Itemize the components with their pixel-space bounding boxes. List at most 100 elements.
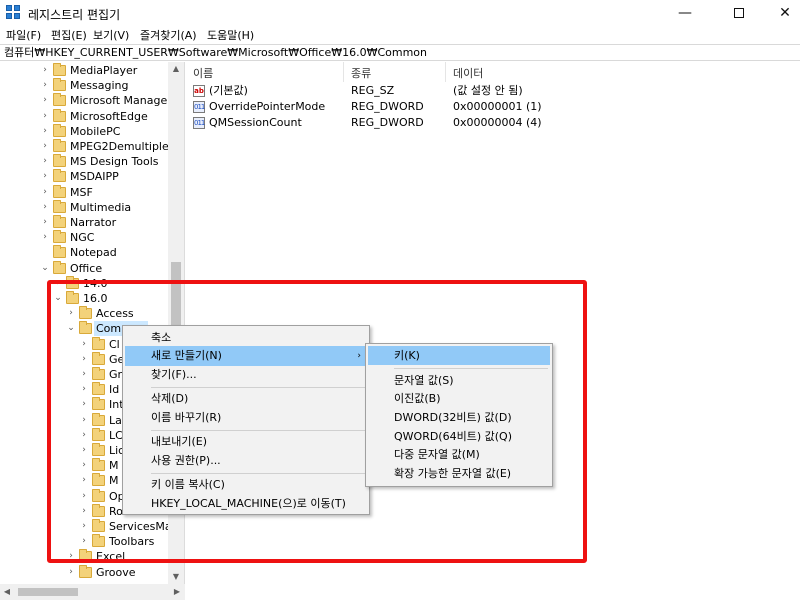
binary-value-icon: 011 bbox=[193, 101, 205, 113]
tree-horizontal-scrollbar[interactable]: ◀ ▶ bbox=[0, 584, 185, 600]
address-bar[interactable]: 컴퓨터₩HKEY_CURRENT_USER₩Software₩Microsoft… bbox=[0, 44, 800, 61]
column-divider[interactable] bbox=[445, 62, 446, 82]
column-header-type[interactable]: 종류 bbox=[351, 65, 371, 81]
chevron-right-icon[interactable]: › bbox=[79, 443, 89, 458]
chevron-right-icon[interactable]: › bbox=[40, 93, 50, 108]
menu-item-label: 내보내기(E) bbox=[151, 435, 208, 448]
chevron-right-icon[interactable]: › bbox=[40, 185, 50, 200]
folder-icon bbox=[53, 78, 66, 92]
tree-item[interactable]: Notepad bbox=[40, 245, 184, 260]
chevron-right-icon[interactable]: › bbox=[40, 139, 50, 154]
tree-item[interactable]: › MobilePC bbox=[40, 123, 184, 139]
chevron-right-icon[interactable]: › bbox=[79, 367, 89, 382]
column-divider[interactable] bbox=[343, 62, 344, 82]
tree-item[interactable]: › MediaPlayer bbox=[40, 63, 184, 78]
chevron-right-icon[interactable]: › bbox=[40, 124, 50, 139]
folder-icon bbox=[92, 458, 105, 472]
tree-item[interactable]: › MicrosoftEdge bbox=[40, 108, 184, 124]
menu-separator bbox=[151, 387, 365, 388]
submenu-item-qword-value[interactable]: QWORD(64비트) 값(Q) bbox=[368, 427, 550, 446]
scroll-left-icon[interactable]: ◀ bbox=[0, 584, 14, 600]
chevron-right-icon[interactable]: › bbox=[79, 413, 89, 428]
value-row[interactable]: ab (기본값) REG_SZ (값 설정 안 됨) bbox=[193, 83, 613, 99]
tree-item[interactable]: › NGC bbox=[40, 230, 184, 245]
submenu-item-binary-value[interactable]: 이진값(B) bbox=[368, 389, 550, 408]
menu-item-new[interactable]: 새로 만들기(N) › bbox=[125, 346, 367, 366]
chevron-down-icon[interactable]: ⌄ bbox=[66, 321, 76, 336]
tree-item[interactable]: ⌄ Office bbox=[40, 260, 184, 276]
chevron-right-icon[interactable]: › bbox=[40, 169, 50, 184]
value-row[interactable]: 011 QMSessionCount REG_DWORD 0x00000004 … bbox=[193, 115, 613, 131]
menu-item-rename[interactable]: 이름 바꾸기(R) bbox=[125, 408, 367, 428]
tree-item[interactable]: › MSF bbox=[40, 184, 184, 200]
scroll-right-icon[interactable]: ▶ bbox=[170, 584, 184, 600]
tree-item[interactable]: › 14.0 bbox=[53, 275, 184, 291]
menu-item-find[interactable]: 찾기(F)... bbox=[125, 365, 367, 385]
chevron-right-icon[interactable]: › bbox=[79, 519, 89, 534]
chevron-right-icon[interactable]: › bbox=[53, 276, 63, 291]
submenu-item-multi-string-value[interactable]: 다중 문자열 값(M) bbox=[368, 445, 550, 464]
chevron-right-icon[interactable]: › bbox=[40, 78, 50, 93]
hscroll-thumb[interactable] bbox=[18, 588, 78, 596]
menu-item-export[interactable]: 내보내기(E) bbox=[125, 432, 367, 452]
chevron-right-icon[interactable]: › bbox=[79, 489, 89, 504]
tree-item[interactable]: › MS Design Tools bbox=[40, 154, 184, 169]
menu-help[interactable]: 도움말(H) bbox=[207, 27, 254, 43]
tree-item[interactable]: › MPEG2Demultiplexer bbox=[40, 139, 184, 154]
chevron-right-icon[interactable] bbox=[40, 245, 50, 260]
menu-item-label: 사용 권한(P)... bbox=[151, 454, 221, 467]
new-submenu: 키(K) 문자열 값(S) 이진값(B) DWORD(32비트) 값(D) QW… bbox=[365, 343, 553, 487]
value-name: OverridePointerMode bbox=[209, 100, 326, 113]
chevron-right-icon[interactable]: › bbox=[79, 504, 89, 519]
close-button[interactable]: ✕ bbox=[762, 0, 800, 26]
value-name: (기본값) bbox=[209, 84, 248, 97]
tree-item[interactable]: › Narrator bbox=[40, 215, 184, 230]
chevron-down-icon[interactable]: ⌄ bbox=[40, 261, 50, 276]
menu-favorites[interactable]: 즐겨찾기(A) bbox=[140, 27, 197, 43]
tree-item[interactable]: ⌄ 16.0 bbox=[53, 291, 184, 306]
tree-item[interactable]: › Microsoft Manageme bbox=[40, 93, 184, 108]
chevron-right-icon[interactable]: › bbox=[66, 549, 76, 564]
column-header-data[interactable]: 데이터 bbox=[453, 65, 483, 81]
minimize-button[interactable]: — bbox=[662, 0, 708, 26]
chevron-right-icon[interactable]: › bbox=[79, 352, 89, 367]
tree-item[interactable]: › MSDAIPP bbox=[40, 169, 184, 184]
menu-separator bbox=[151, 430, 365, 431]
menu-item-label: 새로 만들기(N) bbox=[151, 349, 222, 362]
chevron-right-icon[interactable]: › bbox=[40, 215, 50, 230]
value-row[interactable]: 011 OverridePointerMode REG_DWORD 0x0000… bbox=[193, 99, 613, 115]
chevron-right-icon[interactable]: › bbox=[79, 428, 89, 443]
menu-item-permissions[interactable]: 사용 권한(P)... bbox=[125, 451, 367, 471]
menu-item-copy-key-name[interactable]: 키 이름 복사(C) bbox=[125, 475, 367, 495]
chevron-right-icon[interactable]: › bbox=[40, 230, 50, 245]
submenu-item-dword-value[interactable]: DWORD(32비트) 값(D) bbox=[368, 408, 550, 427]
chevron-right-icon[interactable]: › bbox=[40, 200, 50, 215]
maximize-button[interactable] bbox=[716, 0, 762, 26]
menu-edit[interactable]: 편집(E) bbox=[51, 27, 87, 43]
submenu-item-expandable-string-value[interactable]: 확장 가능한 문자열 값(E) bbox=[368, 464, 550, 483]
column-header-name[interactable]: 이름 bbox=[193, 65, 213, 81]
menu-view[interactable]: 보기(V) bbox=[93, 27, 129, 43]
chevron-right-icon[interactable]: › bbox=[79, 337, 89, 352]
chevron-right-icon[interactable]: › bbox=[79, 473, 89, 488]
chevron-right-icon[interactable]: › bbox=[66, 565, 76, 580]
tree-item[interactable]: › Multimedia bbox=[40, 199, 184, 215]
chevron-right-icon[interactable]: › bbox=[79, 382, 89, 397]
chevron-right-icon[interactable]: › bbox=[40, 63, 50, 78]
chevron-down-icon[interactable]: ⌄ bbox=[53, 291, 63, 306]
chevron-right-icon[interactable]: › bbox=[40, 154, 50, 169]
scroll-up-icon[interactable]: ▲ bbox=[168, 62, 184, 76]
chevron-right-icon[interactable]: › bbox=[40, 109, 50, 124]
chevron-right-icon[interactable]: › bbox=[79, 534, 89, 549]
menu-item-collapse[interactable]: 축소 bbox=[125, 328, 367, 348]
chevron-right-icon[interactable]: › bbox=[79, 458, 89, 473]
menu-item-goto-hklm[interactable]: HKEY_LOCAL_MACHINE(으)로 이동(T) bbox=[125, 494, 367, 514]
menu-item-delete[interactable]: 삭제(D) bbox=[125, 389, 367, 409]
submenu-item-key[interactable]: 키(K) bbox=[368, 346, 550, 365]
menu-file[interactable]: 파일(F) bbox=[6, 27, 41, 43]
tree-item[interactable]: › Messaging bbox=[40, 78, 184, 93]
chevron-right-icon[interactable]: › bbox=[66, 306, 76, 321]
chevron-right-icon[interactable]: › bbox=[79, 397, 89, 412]
submenu-item-string-value[interactable]: 문자열 값(S) bbox=[368, 371, 550, 390]
scroll-down-icon[interactable]: ▼ bbox=[168, 570, 184, 584]
